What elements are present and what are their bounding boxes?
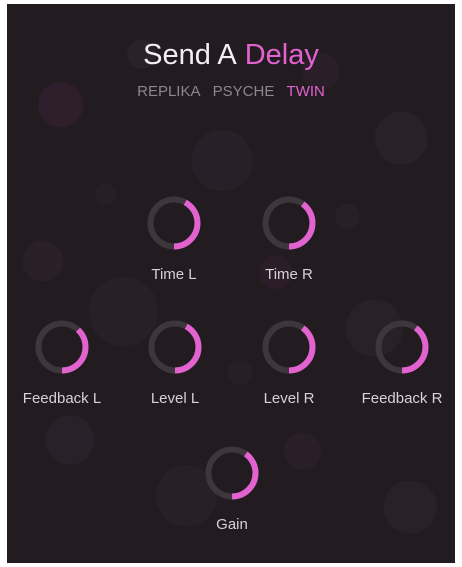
knob-dial[interactable] bbox=[374, 319, 430, 375]
page-title: Send A Delay bbox=[7, 37, 455, 73]
knob-dial[interactable] bbox=[261, 319, 317, 375]
knob-feedback-r[interactable]: Feedback R bbox=[347, 319, 455, 417]
knob-dial[interactable] bbox=[147, 319, 203, 375]
knob-label: Time L bbox=[151, 266, 197, 283]
knob-gain[interactable]: Gain bbox=[177, 445, 287, 543]
knob-label: Level L bbox=[150, 390, 200, 407]
knob-dial[interactable] bbox=[34, 319, 90, 375]
knob-level-r[interactable]: Level R bbox=[234, 319, 344, 417]
knob-label: Feedback R bbox=[361, 390, 443, 407]
knob-dial[interactable] bbox=[261, 195, 317, 251]
knob-dial[interactable] bbox=[146, 195, 202, 251]
tab-replika[interactable]: REPLIKA bbox=[137, 82, 200, 102]
knob-label: Feedback L bbox=[22, 390, 102, 407]
knob-feedback-l[interactable]: Feedback L bbox=[7, 319, 117, 417]
knob-label: Gain bbox=[216, 516, 248, 533]
tab-twin[interactable]: TWIN bbox=[287, 82, 325, 102]
title-effect-name: Delay bbox=[244, 39, 319, 71]
knob-label: Level R bbox=[263, 390, 315, 407]
tab-psyche[interactable]: PSYCHE bbox=[213, 82, 275, 102]
knob-time-r[interactable]: Time R bbox=[234, 195, 344, 293]
delay-type-selector: REPLIKA PSYCHE TWIN bbox=[7, 82, 455, 102]
knob-time-l[interactable]: Time L bbox=[119, 195, 229, 293]
knob-dial[interactable] bbox=[204, 445, 260, 501]
plugin-panel: Send A Delay REPLIKA PSYCHE TWIN Time L T… bbox=[7, 4, 455, 563]
knob-level-l[interactable]: Level L bbox=[120, 319, 230, 417]
knob-label: Time R bbox=[265, 266, 313, 283]
title-prefix: Send A bbox=[143, 39, 237, 71]
